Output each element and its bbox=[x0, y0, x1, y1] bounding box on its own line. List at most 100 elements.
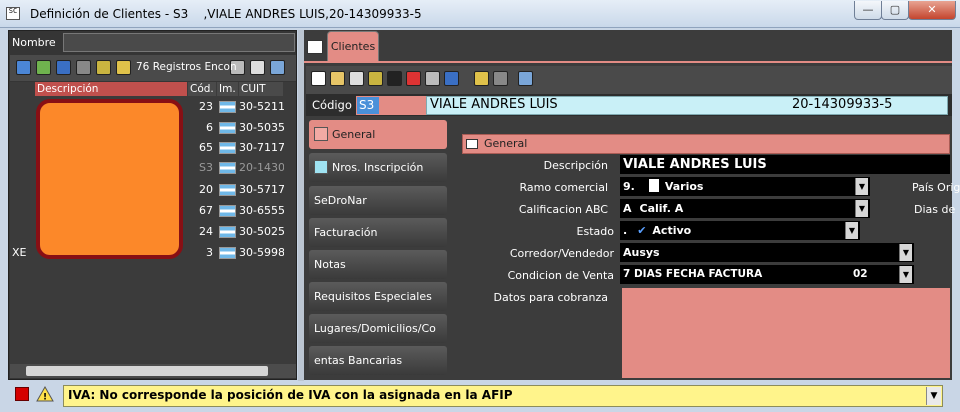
history-icon[interactable] bbox=[493, 71, 508, 86]
hierarchy-icon[interactable] bbox=[56, 60, 71, 75]
calificacion-select[interactable]: A Calif. A bbox=[620, 199, 870, 218]
nav-nros-inscripcion[interactable]: Nros. Inscripción bbox=[309, 153, 447, 182]
print-record-icon[interactable] bbox=[425, 71, 440, 86]
warning-icon[interactable]: ! bbox=[36, 386, 54, 402]
chevron-down-icon[interactable]: ▼ bbox=[926, 387, 941, 405]
estado-label: Estado bbox=[576, 225, 614, 238]
open-icon[interactable] bbox=[330, 71, 345, 86]
nav-sedronar[interactable]: SeDroNar bbox=[309, 186, 447, 215]
nav-cuentas-bancarias[interactable]: entas Bancarias bbox=[309, 346, 447, 375]
tree-icon[interactable] bbox=[16, 60, 31, 75]
grid-cell-codigo[interactable]: 3 bbox=[188, 243, 215, 262]
estado-select[interactable]: . ✔ Activo bbox=[620, 221, 860, 240]
section-header[interactable] bbox=[462, 134, 950, 154]
nav-facturacion[interactable]: Facturación bbox=[309, 218, 447, 247]
chevron-down-icon[interactable]: ▼ bbox=[899, 266, 912, 283]
grid-cell-cuit[interactable]: 20-1430 bbox=[239, 158, 284, 177]
window-icon[interactable] bbox=[444, 71, 459, 86]
grid-cell-codigo[interactable]: 24 bbox=[188, 222, 215, 241]
grid-cell-codigo[interactable]: 6 bbox=[188, 118, 215, 137]
flag-icon[interactable] bbox=[219, 101, 236, 113]
grid-cell-codigo[interactable]: S3 bbox=[188, 158, 215, 177]
grid-cell-codigo[interactable]: 65 bbox=[188, 138, 215, 157]
descripcion-label: Descripción bbox=[543, 159, 608, 172]
scroll-thumb[interactable] bbox=[26, 366, 268, 376]
ramo-doc-icon bbox=[648, 179, 659, 192]
column-header-descripcion[interactable]: Descripción bbox=[35, 82, 187, 96]
save-icon[interactable] bbox=[387, 71, 402, 86]
print-icon[interactable] bbox=[250, 60, 265, 75]
flag-icon[interactable] bbox=[219, 247, 236, 259]
flag-icon[interactable] bbox=[219, 205, 236, 217]
pais-origen-label: País Orig bbox=[912, 181, 960, 194]
column-header-codigo[interactable]: Cód. bbox=[188, 82, 216, 96]
column-header-imagen[interactable]: Im. bbox=[217, 82, 238, 96]
app-icon: SC bbox=[6, 7, 20, 20]
nav-label: SeDroNar bbox=[314, 194, 367, 207]
flag-icon[interactable] bbox=[219, 162, 236, 174]
ramo-label: Ramo comercial bbox=[519, 181, 608, 194]
grid-cell-cuit[interactable]: 30-5998 bbox=[239, 243, 284, 262]
general-swatch-icon bbox=[314, 127, 328, 141]
copy-record-icon[interactable] bbox=[349, 71, 364, 86]
client-cuit: 20-14309933-5 bbox=[792, 97, 893, 112]
grid-cell-cuit[interactable]: 30-7117 bbox=[239, 138, 284, 157]
condicion-code: 02 bbox=[853, 268, 868, 280]
nav-label: entas Bancarias bbox=[314, 354, 403, 367]
record-count: 76 Registros Encon bbox=[136, 61, 237, 73]
column-header-cuit[interactable]: CUIT bbox=[239, 82, 283, 96]
document-icon bbox=[307, 40, 323, 54]
report-icon[interactable] bbox=[116, 60, 131, 75]
delete-icon[interactable] bbox=[406, 71, 421, 86]
maximize-button[interactable]: ▢ bbox=[881, 1, 909, 20]
flag-icon[interactable] bbox=[219, 142, 236, 154]
chevron-down-icon[interactable]: ▼ bbox=[845, 222, 858, 239]
export-icon[interactable] bbox=[36, 60, 51, 75]
edit-icon[interactable] bbox=[96, 60, 111, 75]
calificacion-label: Calificacion ABC bbox=[518, 203, 608, 216]
datos-cobranza-field[interactable] bbox=[622, 288, 950, 378]
attach-icon[interactable] bbox=[474, 71, 489, 86]
close-button[interactable]: ✕ bbox=[908, 1, 956, 20]
corredor-label: Corredor/Vendedor bbox=[509, 247, 614, 260]
grid-cell-codigo[interactable]: 67 bbox=[188, 201, 215, 220]
grid-cell-codigo[interactable]: 20 bbox=[188, 180, 215, 199]
nav-label: Nros. Inscripción bbox=[332, 161, 424, 174]
chart-icon[interactable] bbox=[518, 71, 533, 86]
descripcion-field[interactable]: VIALE ANDRES LUIS bbox=[620, 155, 950, 174]
tab-clientes[interactable]: Clientes bbox=[327, 31, 379, 61]
nav-lugares-domicilios[interactable]: Lugares/Domicilios/Co bbox=[309, 314, 447, 343]
estado-code: . bbox=[623, 224, 628, 237]
edit-record-icon[interactable] bbox=[368, 71, 383, 86]
chevron-down-icon[interactable]: ▼ bbox=[855, 178, 868, 195]
stop-icon[interactable] bbox=[15, 387, 29, 401]
copy-icon[interactable] bbox=[76, 60, 91, 75]
nav-general[interactable]: General bbox=[309, 120, 447, 149]
flag-icon[interactable] bbox=[219, 226, 236, 238]
grid-cell-cuit[interactable]: 30-5035 bbox=[239, 118, 284, 137]
flag-icon[interactable] bbox=[219, 184, 236, 196]
columns-icon[interactable] bbox=[270, 60, 285, 75]
nav-requisitos-especiales[interactable]: Requisitos Especiales bbox=[309, 282, 447, 311]
grid-cell-cuit[interactable]: 30-5211 bbox=[239, 97, 284, 116]
condicion-value: 7 DIAS FECHA FACTURA bbox=[623, 268, 763, 280]
grid-cell-codigo[interactable]: 23 bbox=[188, 97, 215, 116]
collapse-icon[interactable] bbox=[466, 139, 478, 149]
nav-label: Requisitos Especiales bbox=[314, 290, 432, 303]
name-filter-input[interactable] bbox=[63, 33, 295, 52]
grid-cell-cuit[interactable]: 30-5717 bbox=[239, 180, 284, 199]
condicion-label: Condicion de Venta bbox=[507, 269, 614, 282]
nav-notas[interactable]: Notas bbox=[309, 250, 447, 279]
chevron-down-icon[interactable]: ▼ bbox=[899, 244, 912, 261]
grid-cell-cuit[interactable]: 30-6555 bbox=[239, 201, 284, 220]
detail-toolbar bbox=[306, 66, 952, 94]
ramo-select[interactable]: 9. Varios bbox=[620, 177, 870, 196]
minimize-button[interactable]: — bbox=[854, 1, 882, 20]
code-value[interactable]: S3 bbox=[357, 97, 379, 114]
corredor-select[interactable]: Ausys bbox=[620, 243, 914, 262]
condicion-select[interactable]: 7 DIAS FECHA FACTURA 02 bbox=[620, 265, 914, 284]
grid-cell-cuit[interactable]: 30-5025 bbox=[239, 222, 284, 241]
chevron-down-icon[interactable]: ▼ bbox=[855, 200, 868, 217]
new-icon[interactable] bbox=[311, 71, 326, 86]
flag-icon[interactable] bbox=[219, 122, 236, 134]
